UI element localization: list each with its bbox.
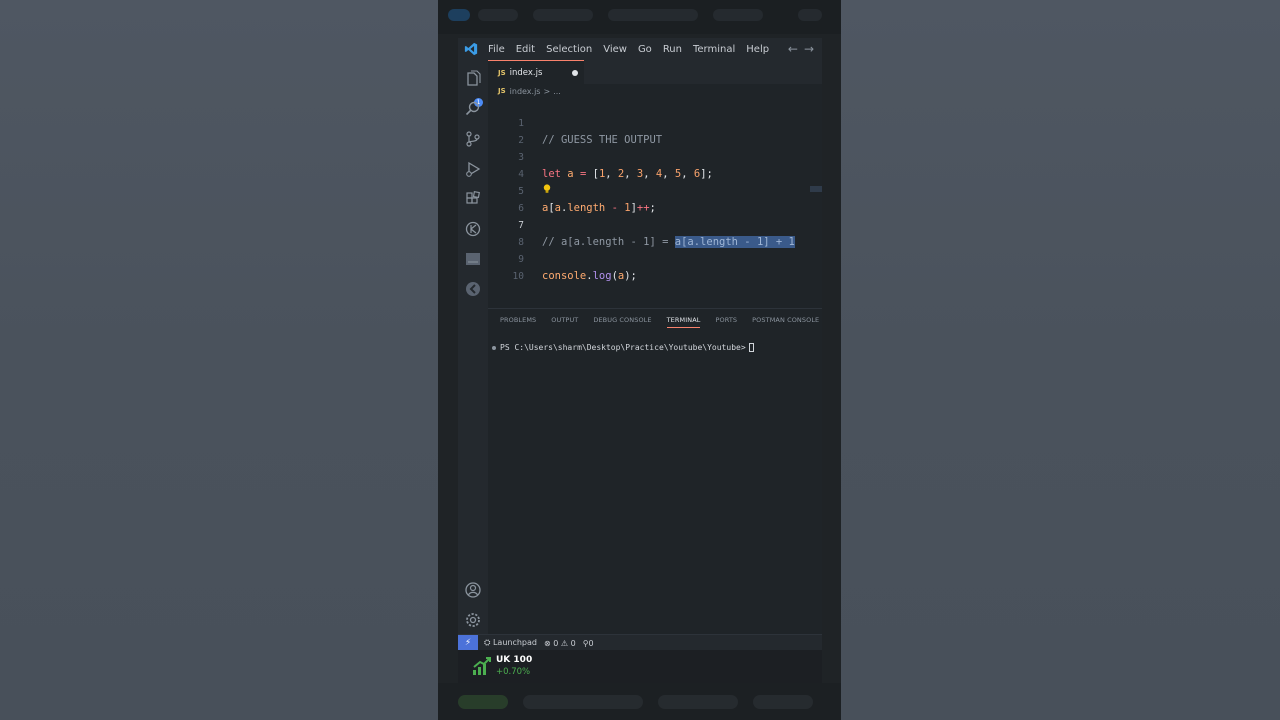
problems-status[interactable]: ⊗ 0 ⚠ 0	[544, 639, 576, 648]
code-line: 5 a[a.length - 1]++;	[488, 166, 822, 214]
blurred-top-bar	[438, 0, 841, 34]
back-arrow-icon[interactable]: ←	[788, 42, 804, 56]
line-number: 10	[512, 271, 524, 282]
unsaved-dot-icon[interactable]	[572, 70, 578, 76]
source-control-icon[interactable]	[464, 130, 482, 148]
tab-ports[interactable]: PORTS	[715, 316, 737, 328]
account-icon[interactable]	[464, 581, 482, 599]
ports-count: 0	[588, 638, 594, 648]
menu-view[interactable]: View	[603, 44, 627, 55]
tab-problems[interactable]: PROBLEMS	[500, 316, 536, 328]
trend-up-icon	[473, 657, 491, 675]
code-line: 10	[488, 251, 822, 282]
terminal-prompt: PS C:\Users\sharm\Desktop\Practice\Youtu…	[500, 343, 746, 352]
menu-edit[interactable]: Edit	[516, 44, 535, 55]
background-right	[841, 0, 1280, 720]
lightbulb-icon[interactable]	[543, 184, 551, 194]
code-line: 6	[488, 183, 822, 214]
vscode-logo-icon	[464, 42, 478, 56]
terminal[interactable]: PS C:\Users\sharm\Desktop\Practice\Youtu…	[492, 343, 754, 352]
code-line: 7 // a[a.length - 1] = a[a.length - 1] +…	[488, 200, 822, 248]
forward-arrow-icon[interactable]: →	[804, 42, 820, 56]
warning-icon: ⚠	[560, 638, 569, 648]
ports-status[interactable]: ⚲0	[583, 639, 594, 648]
launchpad-item[interactable]: ⛭ Launchpad	[484, 638, 537, 648]
run-debug-icon[interactable]	[464, 160, 482, 178]
menu-run[interactable]: Run	[663, 44, 682, 55]
code-text: console.log(a);	[542, 270, 637, 282]
menu-file[interactable]: File	[488, 44, 505, 55]
menu-selection[interactable]: Selection	[546, 44, 592, 55]
error-icon: ⊗	[543, 638, 551, 648]
stock-ticker-overlay: UK 100 +0.70%	[458, 650, 822, 684]
ticker-change: +0.70%	[496, 667, 531, 677]
menu-terminal[interactable]: Terminal	[693, 44, 735, 55]
editor-tabs: JS index.js	[488, 60, 822, 84]
terminal-cursor	[748, 343, 754, 352]
warning-count: 0	[570, 638, 576, 648]
tab-debug-console[interactable]: DEBUG CONSOLE	[593, 316, 651, 328]
menu-go[interactable]: Go	[638, 44, 652, 55]
tab-label: index.js	[509, 67, 543, 78]
phone-frame: File Edit Selection View Go Run Terminal…	[438, 0, 841, 720]
panel-tabs: PROBLEMS OUTPUT DEBUG CONSOLE TERMINAL P…	[500, 316, 834, 328]
js-file-icon: JS	[498, 87, 506, 95]
remote-explorer-icon[interactable]	[464, 280, 482, 298]
code-line: 9 console.log(a);	[488, 234, 822, 282]
launchpad-label: Launchpad	[492, 638, 537, 647]
code-line: 8	[488, 217, 822, 248]
code-line: 1 // GUESS THE OUTPUT	[488, 98, 822, 146]
menu-help[interactable]: Help	[746, 44, 769, 55]
activity-bar: 1	[458, 60, 488, 634]
title-bar: File Edit Selection View Go Run Terminal…	[458, 38, 822, 60]
breadcrumb: JS index.js > ...	[488, 84, 822, 98]
tab-terminal[interactable]: TERMINAL	[666, 316, 701, 328]
terminal-status-dot-icon	[492, 345, 496, 350]
extensions-icon[interactable]	[464, 190, 482, 208]
nav-arrows: ←→	[788, 42, 820, 56]
tab-postman-console[interactable]: POSTMAN CONSOLE	[752, 316, 819, 328]
blurred-bottom-bar	[438, 683, 841, 720]
code-editor[interactable]: 1 // GUESS THE OUTPUT 2 3 let a = [1, 2,…	[488, 98, 822, 308]
remote-indicator-icon[interactable]: ⚡	[458, 635, 478, 651]
background-left	[0, 0, 438, 720]
tab-output[interactable]: OUTPUT	[551, 316, 578, 328]
search-icon[interactable]	[464, 100, 482, 118]
settings-gear-icon[interactable]	[464, 611, 482, 629]
code-line: 3 let a = [1, 2, 3, 4, 5, 6];	[488, 132, 822, 180]
code-line: 2	[488, 115, 822, 146]
js-file-icon: JS	[498, 68, 506, 77]
launchpad-icon: ⛭	[484, 638, 491, 647]
breadcrumb-ellipsis[interactable]: ...	[553, 87, 561, 96]
tab-index-js[interactable]: JS index.js	[488, 60, 584, 84]
scrollbar-marker[interactable]	[810, 186, 822, 192]
breadcrumb-file[interactable]: index.js	[510, 87, 541, 96]
timeline-icon[interactable]	[464, 220, 482, 238]
ticker-name: UK 100	[496, 655, 533, 665]
error-count: 0	[553, 638, 559, 648]
breadcrumb-separator: >	[543, 86, 551, 96]
bottom-panel: PROBLEMS OUTPUT DEBUG CONSOLE TERMINAL P…	[488, 308, 822, 635]
code-line: 4	[488, 149, 822, 180]
explorer-icon[interactable]	[464, 70, 482, 88]
vscode-window: File Edit Selection View Go Run Terminal…	[458, 38, 822, 684]
csv-icon[interactable]	[464, 250, 482, 268]
status-bar: ⚡ ⛭ Launchpad ⊗ 0 ⚠ 0 ⚲0	[458, 634, 822, 651]
